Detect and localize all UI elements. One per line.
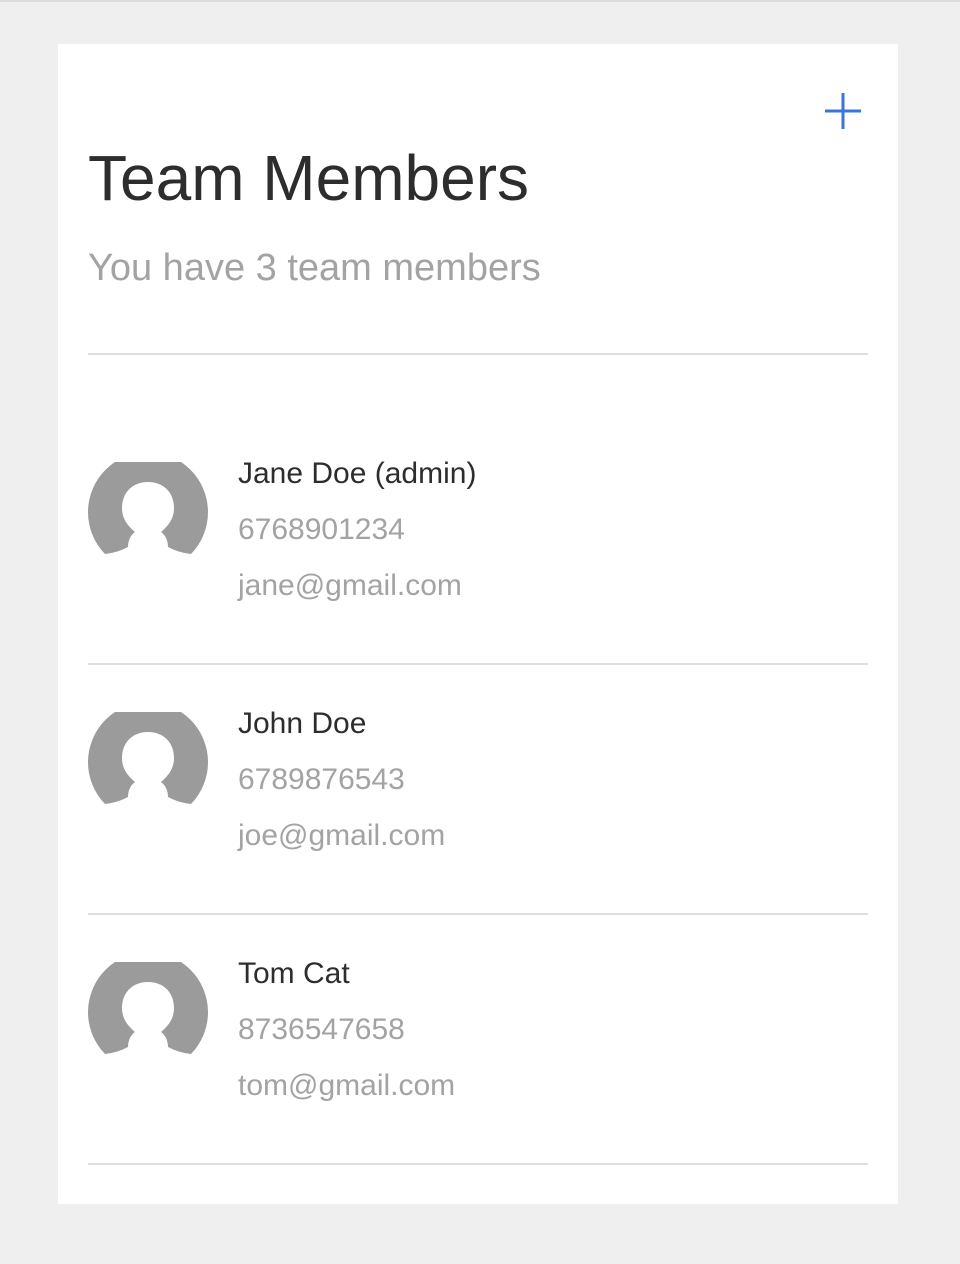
member-list-item[interactable]: Tom Cat 8736547658 tom@gmail.com (88, 957, 868, 1132)
member-divider (88, 1163, 868, 1165)
member-divider (88, 913, 868, 915)
team-members-card: Team Members You have 3 team members Jan… (58, 44, 898, 1204)
header-divider (88, 353, 868, 355)
member-name: Jane Doe (admin) (238, 457, 477, 490)
member-phone: 6789876543 (238, 763, 405, 796)
plus-icon (825, 93, 861, 129)
user-avatar-icon (88, 962, 208, 1062)
member-phone: 6768901234 (238, 513, 405, 546)
member-email: jane@gmail.com (238, 569, 462, 602)
user-avatar-icon (88, 462, 208, 562)
member-list-item[interactable]: John Doe 6789876543 joe@gmail.com (88, 707, 868, 882)
user-avatar-icon (88, 712, 208, 812)
member-name: John Doe (238, 707, 367, 740)
member-email: tom@gmail.com (238, 1069, 456, 1102)
member-phone: 8736547658 (238, 1013, 405, 1046)
member-divider (88, 663, 868, 665)
page-title: Team Members (88, 142, 529, 214)
add-member-button[interactable] (821, 89, 865, 133)
member-email: joe@gmail.com (238, 819, 446, 852)
member-list-item[interactable]: Jane Doe (admin) 6768901234 jane@gmail.c… (88, 457, 868, 632)
member-count-subtitle: You have 3 team members (88, 247, 541, 289)
member-name: Tom Cat (238, 957, 350, 990)
